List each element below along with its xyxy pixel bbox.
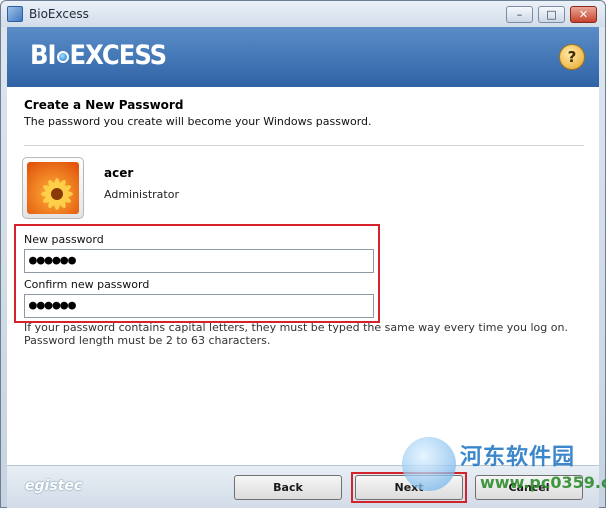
maximize-button[interactable]: □ xyxy=(538,6,565,23)
main-content: Create a New Password The password you c… xyxy=(7,87,599,465)
logo-text-suffix: EXCESS xyxy=(69,40,168,71)
user-role: Administrator xyxy=(104,188,179,201)
close-button[interactable]: ✕ xyxy=(570,6,597,23)
confirm-password-field[interactable]: ●●●●●● xyxy=(24,294,374,318)
egistec-logo: egistec xyxy=(25,478,83,494)
window-title: BioExcess xyxy=(29,7,89,21)
footer-bar: egistec Back Next Cancel xyxy=(7,465,599,508)
avatar xyxy=(22,157,84,219)
orange-flower-avatar-icon xyxy=(27,162,79,214)
next-button-highlight xyxy=(351,472,467,503)
divider xyxy=(24,145,584,146)
page-subtitle: The password you create will become your… xyxy=(24,115,372,128)
app-icon xyxy=(7,6,23,22)
confirm-password-label: Confirm new password xyxy=(24,278,150,291)
header-banner: BI EXCESS ? xyxy=(7,27,599,87)
title-bar[interactable]: BioExcess – □ ✕ xyxy=(1,1,605,27)
user-name: acer xyxy=(104,166,134,180)
app-window: BioExcess – □ ✕ BI EXCESS ? Create a New … xyxy=(0,0,606,508)
new-password-field[interactable]: ●●●●●● xyxy=(24,249,374,273)
new-password-label: New password xyxy=(24,233,104,246)
bioexcess-logo: BI EXCESS xyxy=(30,40,168,71)
logo-dot-icon xyxy=(56,50,69,63)
page-title: Create a New Password xyxy=(24,98,184,112)
help-button[interactable]: ? xyxy=(559,44,585,70)
logo-text-prefix: BI xyxy=(30,40,57,71)
cancel-button[interactable]: Cancel xyxy=(475,475,583,500)
back-button[interactable]: Back xyxy=(234,475,342,500)
password-hint: If your password contains capital letter… xyxy=(24,321,568,347)
minimize-button[interactable]: – xyxy=(506,6,533,23)
